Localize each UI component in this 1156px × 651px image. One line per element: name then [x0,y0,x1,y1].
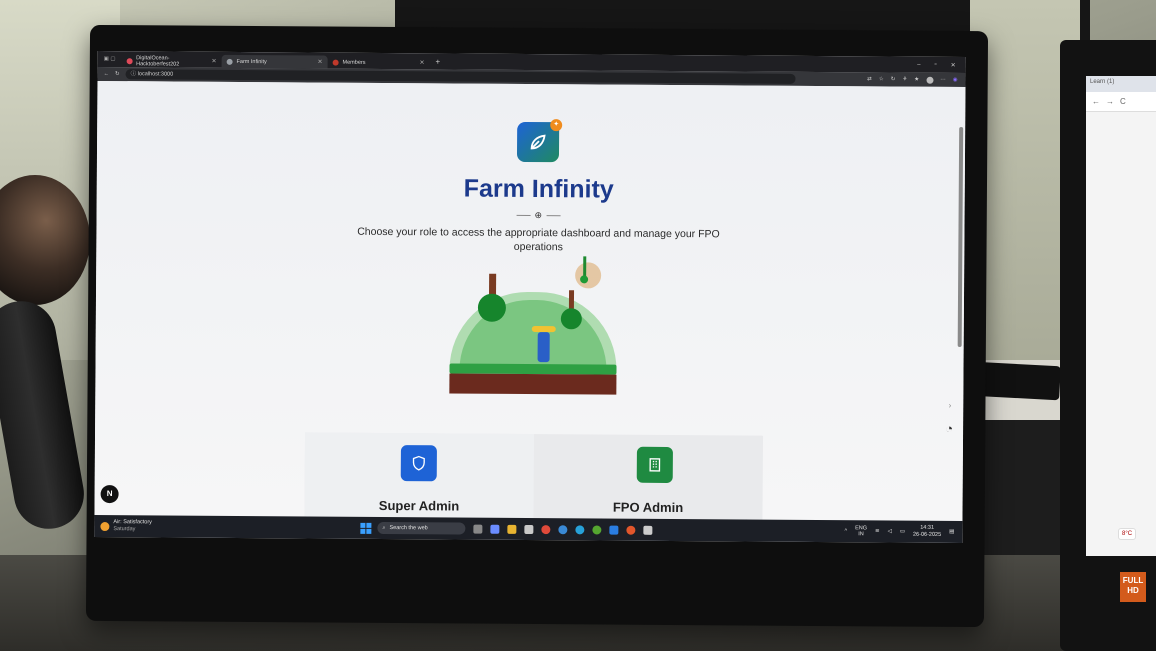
tab-favicon-icon [126,57,133,64]
tab-favicon-icon [332,59,339,66]
role-card-super-admin[interactable]: Super Admin [304,432,535,519]
volume-icon[interactable]: ◁ [888,529,892,535]
weather-widget[interactable]: Air: Satisfactory Saturday [94,519,360,535]
browser-toolbar: ⇄ ☆ ↻ ⚘ ★ ⋯ ◉ [867,76,965,84]
tab-farm-infinity[interactable]: Farm Infinity ✕ [221,54,328,69]
second-monitor-nav: ←→C [1086,92,1156,112]
menu-icon[interactable]: ⋯ [940,76,946,83]
battery-icon[interactable]: ▭ [900,529,905,535]
divider-line [516,214,531,216]
second-monitor-tab[interactable]: Learn (1) [1086,76,1156,92]
role-cards: Super Admin FPO Admin [304,432,764,520]
logo-sparkle-badge: ✦ [550,119,563,132]
tab-label: DigitalOcean-Hacktoberfest202 [136,54,180,68]
page-content: ✦ Farm Infinity ⊕ Choose your role to ac… [94,80,966,522]
tab-close-icon[interactable]: ✕ [318,59,323,66]
leaf-icon [530,134,546,150]
search-placeholder: Search the web [389,525,428,532]
task-view-icon[interactable] [473,524,483,534]
audio-app-icon[interactable] [643,525,653,535]
edge-icon[interactable] [558,524,568,534]
minimize-button[interactable]: – [917,61,920,68]
tree-crown [560,308,582,330]
dev-tools-badge[interactable]: N [100,485,119,504]
profile-avatar[interactable] [926,76,934,84]
close-window-button[interactable]: ✕ [951,61,956,68]
app-title: Farm Infinity [463,174,614,204]
back-icon[interactable]: ← [104,71,110,77]
weather-icon [100,521,110,531]
favorites-icon[interactable]: ★ [914,76,919,83]
divider-line [546,214,561,216]
globe-icon: ⊕ [534,209,543,220]
tab-hacktoberfest[interactable]: DigitalOcean-Hacktoberfest202 ✕ [122,54,222,68]
second-monitor-weather: 8°C [1118,528,1137,540]
role-card-fpo-admin[interactable]: FPO Admin [533,434,763,520]
window-controls: – ▫ ✕ [917,61,966,68]
vscode-icon[interactable] [609,525,619,535]
wifi-icon[interactable]: ≋ [875,528,880,534]
copilot-icon[interactable]: ◉ [953,76,958,83]
taskbar-clock[interactable]: 14:31 26-06-2025 [913,525,941,539]
chevron-right-icon[interactable]: › [949,401,952,410]
full-hd-badge: FULL HD [1120,572,1146,602]
soil-strip [449,373,617,395]
tab-members[interactable]: Members ✕ [328,56,430,70]
role-label: Super Admin [378,497,460,514]
bookmark-star-icon[interactable]: ☆ [879,76,884,83]
refresh-extension-icon[interactable]: ↻ [891,76,896,83]
new-tab-button[interactable]: + [430,57,447,66]
tab-actions-icon[interactable]: ▣ ▢ [98,56,122,62]
tab-favicon-icon [226,58,233,65]
shield-icon [400,445,437,482]
tab-close-icon[interactable]: ✕ [212,58,217,65]
plant-bud [580,275,589,284]
second-monitor-screen: Learn (1) ←→C 8°C [1086,76,1156,556]
url-text: localhost:3000 [137,71,174,78]
windows-start-icon[interactable] [360,522,372,534]
scrollbar[interactable] [957,126,964,348]
tree-crown [477,293,507,322]
region-code: IN [858,531,864,538]
extensions-icon[interactable]: ⚘ [902,76,907,83]
edge-beta-icon[interactable] [575,524,585,534]
farmer-body [537,332,550,363]
language-indicator[interactable]: ENG IN [855,525,867,537]
screen: ▣ ▢ DigitalOcean-Hacktoberfest202 ✕ Farm… [94,50,966,544]
title-divider: ⊕ [516,209,561,220]
copilot-app-icon[interactable] [490,524,500,534]
tab-label: Farm Infinity [236,58,267,65]
farmer-figure [531,326,556,363]
farm-illustration [449,256,625,412]
chrome-canary-icon[interactable] [592,524,602,535]
tab-label: Members [342,59,366,66]
notifications-icon[interactable]: ▤ [949,529,954,535]
system-tray: ^ ENG IN ≋ ◁ ▭ 14:31 26-06-2025 ▤ [844,524,962,539]
chrome-icon[interactable] [541,524,551,534]
translate-icon[interactable]: ⇄ [867,76,872,83]
taskbar-apps [473,524,653,535]
building-icon [636,446,673,484]
reload-icon[interactable]: ↻ [115,71,120,77]
weather-day: Saturday [113,526,136,533]
tray-overflow-icon[interactable]: ^ [844,528,847,534]
weather-text: Air: Satisfactory Saturday [113,519,152,533]
clock-date: 26-06-2025 [912,531,942,538]
store-icon[interactable] [524,524,534,534]
maximize-button[interactable]: ▫ [934,61,936,68]
page-subtitle: Choose your role to access the appropria… [357,225,720,254]
taskbar-search[interactable]: ⌕ Search the web [377,521,466,535]
role-label: FPO Admin [612,499,684,516]
postman-icon[interactable] [626,525,636,535]
site-info-icon[interactable]: ⓘ [131,71,137,77]
tab-close-icon[interactable]: ✕ [419,59,424,66]
search-icon: ⌕ [382,524,386,531]
sun-icon [575,262,602,289]
file-explorer-icon[interactable] [507,524,517,534]
loading-spinner-icon: ◔ [945,420,954,436]
